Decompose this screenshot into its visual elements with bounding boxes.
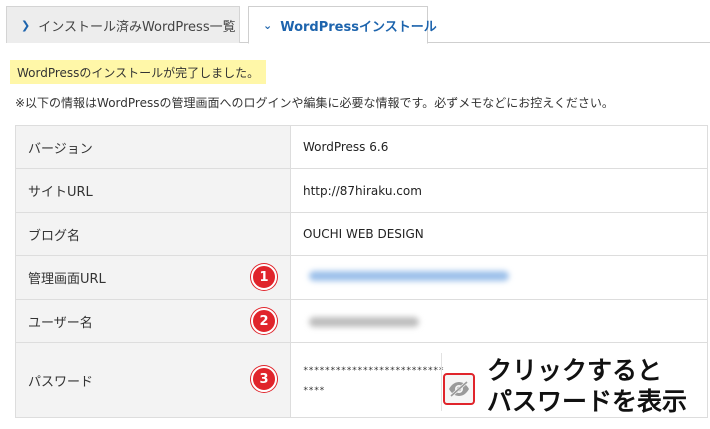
row-value-username [291,300,707,342]
table-row: ユーザー名 [15,300,708,343]
annotation-marker-2: 2 [251,308,277,334]
table-row: バージョン WordPress 6.6 [15,126,708,169]
row-value-admin-url[interactable] [291,256,707,299]
annotation-marker-1: 1 [251,264,277,290]
show-password-button[interactable] [443,373,475,405]
tab-installed-list-label: インストール済みWordPress一覧 [38,19,236,35]
blurred-admin-url [309,271,509,281]
table-row: 管理画面URL [15,256,708,300]
info-text: ※以下の情報はWordPressの管理画面へのログインや編集に必要な情報です。必… [15,96,614,110]
success-notice: WordPressのインストールが完了しました。 [10,60,267,84]
row-label-site-url: サイトURL [16,169,291,212]
annotation-callout: クリックすると パスワードを表示 [487,355,687,417]
table-row: サイトURL http://87hiraku.com [15,169,708,213]
annotation-marker-3: 3 [251,366,277,392]
row-label-version: バージョン [16,126,291,168]
chevron-down-icon: ⌄ [263,18,273,32]
row-label-admin-url: 管理画面URL [16,256,291,299]
eye-slash-icon [449,381,469,397]
tab-installed-list[interactable]: ❯ インストール済みWordPress一覧 [6,6,240,43]
row-label-password: パスワード [16,343,291,417]
table-row: ブログ名 OUCHI WEB DESIGN [15,213,708,256]
tab-wordpress-install-label: WordPressインストール [280,19,437,35]
callout-line-2: パスワードを表示 [487,387,688,416]
password-divider [441,353,442,411]
blurred-username [309,317,419,327]
row-label-blog-name: ブログ名 [16,213,291,255]
row-label-username: ユーザー名 [16,300,291,342]
row-value-version: WordPress 6.6 [303,140,389,154]
chevron-right-icon: ❯ [21,18,31,32]
tab-bar: ❯ インストール済みWordPress一覧 ⌄ WordPressインストール [6,6,710,44]
row-value-blog-name: OUCHI WEB DESIGN [303,227,424,241]
tab-wordpress-install[interactable]: ⌄ WordPressインストール [248,6,437,44]
password-masked: ****************************** [303,366,444,396]
callout-line-1: クリックすると [487,356,663,385]
row-value-site-url[interactable]: http://87hiraku.com [291,169,707,212]
